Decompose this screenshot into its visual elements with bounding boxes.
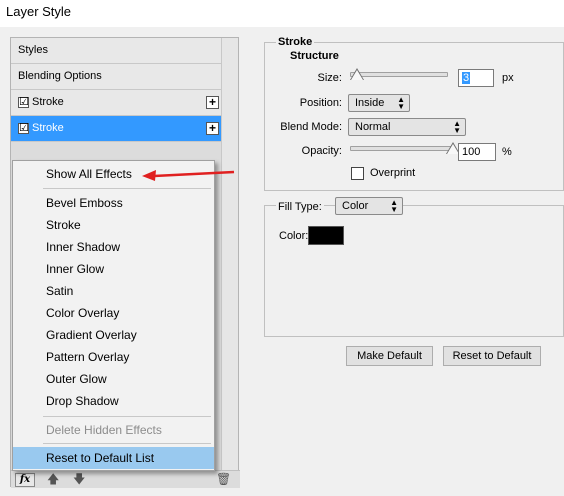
stroke-1-checkbox[interactable]: ☑ [18, 97, 29, 108]
size-label: Size: [317, 72, 342, 84]
opacity-unit: % [502, 146, 512, 158]
menu-item-label: Outer Glow [46, 372, 107, 386]
stroke-item-2[interactable]: ☑ Stroke + [11, 116, 222, 142]
plus-icon[interactable]: + [206, 122, 219, 135]
blend-mode-label: Blend Mode: [280, 121, 342, 133]
window-title: Layer Style [6, 4, 72, 19]
blending-options-item[interactable]: Blending Options [11, 64, 222, 90]
size-slider[interactable] [350, 72, 448, 77]
fill-type-value: Color [342, 200, 369, 212]
menu-color-overlay[interactable]: Color Overlay [13, 302, 214, 324]
menu-item-label: Gradient Overlay [46, 328, 137, 342]
menu-item-label: Inner Glow [46, 262, 105, 276]
menu-item-label: Show All Effects [46, 167, 132, 181]
red-arrow-icon [142, 170, 235, 181]
menu-drop-shadow[interactable]: Drop Shadow [13, 390, 214, 412]
overprint-label: Overprint [370, 167, 416, 179]
position-value: Inside [355, 97, 385, 109]
opacity-input[interactable]: 100 [458, 143, 496, 161]
styles-item-label: Styles [18, 44, 48, 56]
menu-separator [43, 188, 211, 189]
size-slider-thumb[interactable] [350, 70, 363, 80]
menu-pattern-overlay[interactable]: Pattern Overlay [13, 346, 214, 368]
fill-type-select[interactable]: Color ▲ ▼ [335, 197, 403, 215]
menu-bevel-emboss[interactable]: Bevel Emboss [13, 192, 214, 214]
blending-options-label: Blending Options [18, 70, 102, 82]
menu-item-label: Pattern Overlay [46, 350, 130, 364]
menu-separator [43, 416, 211, 417]
fill-type-label: Fill Type: [276, 199, 324, 215]
menu-item-label: Stroke [46, 218, 81, 232]
styles-bottom-bar: fx 🡅 🡇 🗑 [11, 470, 240, 488]
stroke-2-checkbox[interactable]: ☑ [18, 123, 29, 134]
fill-type-group [264, 205, 564, 337]
menu-stroke[interactable]: Stroke [13, 214, 214, 236]
menu-separator [43, 443, 211, 444]
reset-to-default-button[interactable]: Reset to Default [443, 346, 541, 366]
structure-title: Structure [288, 50, 341, 62]
overprint-checkbox[interactable] [351, 167, 364, 180]
stroke-item-1[interactable]: ☑ Stroke + [11, 90, 222, 116]
menu-inner-glow[interactable]: Inner Glow [13, 258, 214, 280]
menu-delete-hidden-effects: Delete Hidden Effects [13, 419, 214, 441]
fx-icon[interactable]: fx [15, 473, 35, 487]
menu-item-label: Satin [46, 284, 74, 298]
opacity-value: 100 [462, 146, 481, 158]
styles-scrollbar[interactable] [221, 38, 238, 470]
window-title-bar: Layer Style [0, 0, 564, 27]
spinner-icon: ▲ ▼ [397, 95, 405, 111]
menu-item-label: Color Overlay [46, 306, 120, 320]
position-label: Position: [299, 97, 342, 109]
opacity-label: Opacity: [301, 145, 342, 157]
styles-item[interactable]: Styles [11, 38, 222, 64]
fx-label: fx [19, 474, 31, 485]
reset-to-default-label: Reset to Default [452, 350, 532, 362]
color-label: Color: [279, 230, 309, 242]
color-swatch[interactable] [308, 226, 344, 245]
size-value: 3 [462, 72, 471, 84]
menu-item-label: Inner Shadow [46, 240, 121, 254]
blend-mode-select[interactable]: Normal ▲ ▼ [348, 118, 466, 136]
stroke-1-label: Stroke [32, 96, 64, 108]
blend-mode-value: Normal [355, 121, 391, 133]
make-default-label: Make Default [357, 350, 422, 362]
stroke-2-label: Stroke [32, 122, 64, 134]
spinner-icon: ▲ ▼ [390, 198, 398, 214]
spinner-icon: ▲ ▼ [453, 119, 461, 135]
trash-icon[interactable]: 🗑 [216, 472, 231, 487]
move-up-icon[interactable]: 🡅 [47, 472, 59, 487]
menu-satin[interactable]: Satin [13, 280, 214, 302]
size-unit: px [502, 72, 514, 84]
menu-item-label: Delete Hidden Effects [46, 423, 162, 437]
make-default-button[interactable]: Make Default [346, 346, 433, 366]
menu-inner-shadow[interactable]: Inner Shadow [13, 236, 214, 258]
plus-icon[interactable]: + [206, 96, 219, 109]
position-select[interactable]: Inside ▲ ▼ [348, 94, 410, 112]
menu-gradient-overlay[interactable]: Gradient Overlay [13, 324, 214, 346]
size-input[interactable]: 3 [458, 69, 494, 87]
menu-item-label: Bevel Emboss [46, 196, 123, 210]
stroke-title: Stroke [276, 36, 315, 48]
menu-item-label: Drop Shadow [46, 394, 119, 408]
menu-reset-to-default-list[interactable]: Reset to Default List [13, 447, 214, 469]
fx-popup-menu: Show All Effects Bevel Emboss Stroke Inn… [12, 160, 215, 471]
menu-item-label: Reset to Default List [46, 451, 155, 465]
opacity-slider[interactable] [350, 146, 453, 151]
move-down-icon[interactable]: 🡇 [73, 472, 85, 487]
menu-outer-glow[interactable]: Outer Glow [13, 368, 214, 390]
